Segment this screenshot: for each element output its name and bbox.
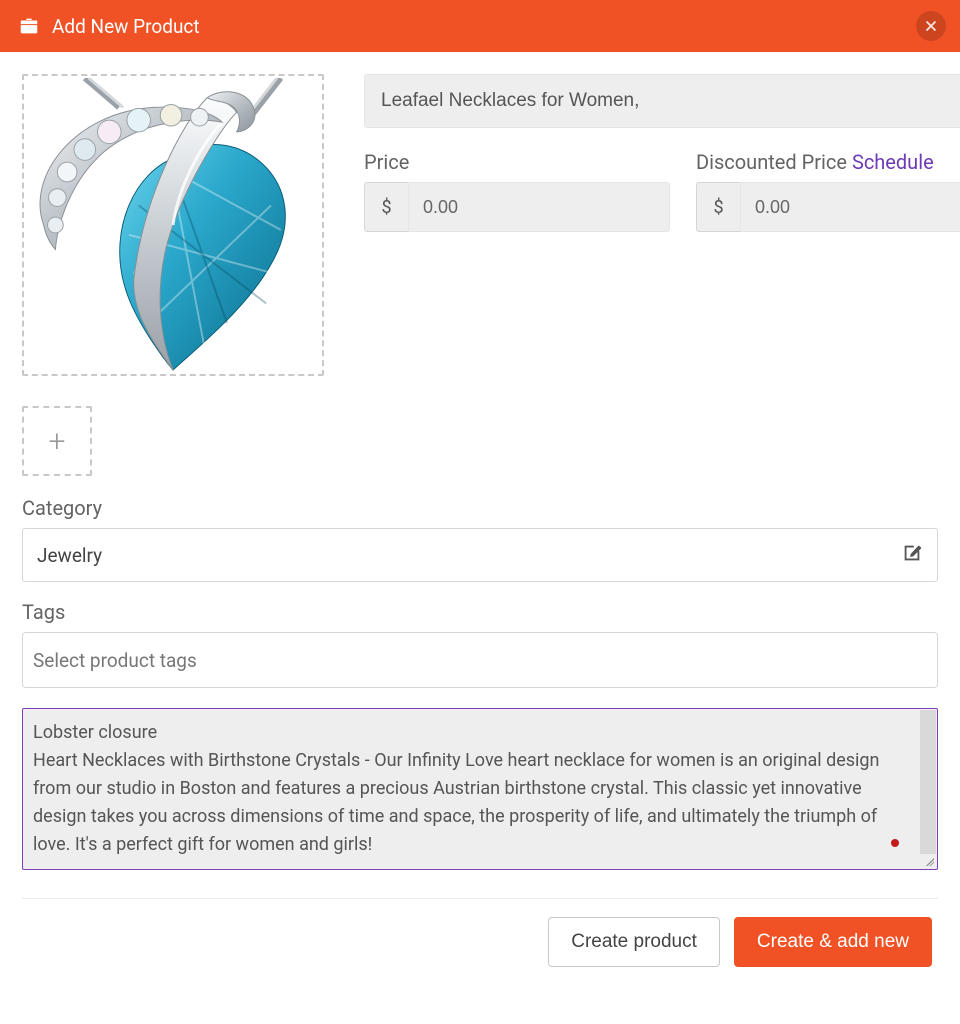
modal-header: Add New Product <box>0 0 960 52</box>
description-box <box>22 708 938 870</box>
actions-row: Create product Create & add new <box>22 917 938 973</box>
discounted-input-wrap: $ <box>696 182 960 232</box>
product-image <box>26 78 320 372</box>
add-image-button[interactable]: + <box>22 406 92 476</box>
briefcase-icon <box>18 15 40 37</box>
pencil-square-icon <box>901 542 923 564</box>
currency-symbol: $ <box>364 182 408 232</box>
top-row: + Price $ Discounted Price Schedule <box>22 74 938 476</box>
price-input-wrap: $ <box>364 182 670 232</box>
category-value: Jewelry <box>37 544 102 567</box>
price-label: Price <box>364 150 670 174</box>
edit-category-button[interactable] <box>901 542 923 569</box>
create-product-button[interactable]: Create product <box>548 917 720 967</box>
spellcheck-indicator-icon <box>891 839 899 847</box>
price-input[interactable] <box>408 182 670 232</box>
fields-column: Price $ Discounted Price Schedule $ <box>364 74 960 476</box>
schedule-link[interactable]: Schedule <box>852 150 934 174</box>
plus-icon: + <box>49 424 66 459</box>
price-group: Price $ <box>364 150 670 232</box>
close-icon <box>922 17 940 35</box>
resize-handle[interactable] <box>922 854 936 868</box>
modal-title: Add New Product <box>52 15 200 38</box>
tags-select[interactable]: Select product tags <box>22 632 938 688</box>
product-name-input[interactable] <box>364 74 960 128</box>
price-row: Price $ Discounted Price Schedule $ <box>364 150 960 232</box>
currency-symbol: $ <box>696 182 740 232</box>
modal-content: + Price $ Discounted Price Schedule <box>0 52 960 995</box>
discounted-price-input[interactable] <box>740 182 960 232</box>
create-add-new-button[interactable]: Create & add new <box>734 917 932 967</box>
divider <box>22 898 938 899</box>
discounted-price-group: Discounted Price Schedule $ <box>696 150 960 232</box>
discounted-price-label: Discounted Price Schedule <box>696 150 960 174</box>
tags-label: Tags <box>22 600 938 624</box>
product-image-upload[interactable] <box>22 74 324 376</box>
description-textarea[interactable] <box>33 719 915 855</box>
category-select[interactable]: Jewelry <box>22 528 938 582</box>
image-column: + <box>22 74 324 476</box>
category-label: Category <box>22 496 938 520</box>
scrollbar[interactable] <box>920 710 936 854</box>
close-button[interactable] <box>916 11 946 41</box>
tags-placeholder: Select product tags <box>33 649 197 672</box>
